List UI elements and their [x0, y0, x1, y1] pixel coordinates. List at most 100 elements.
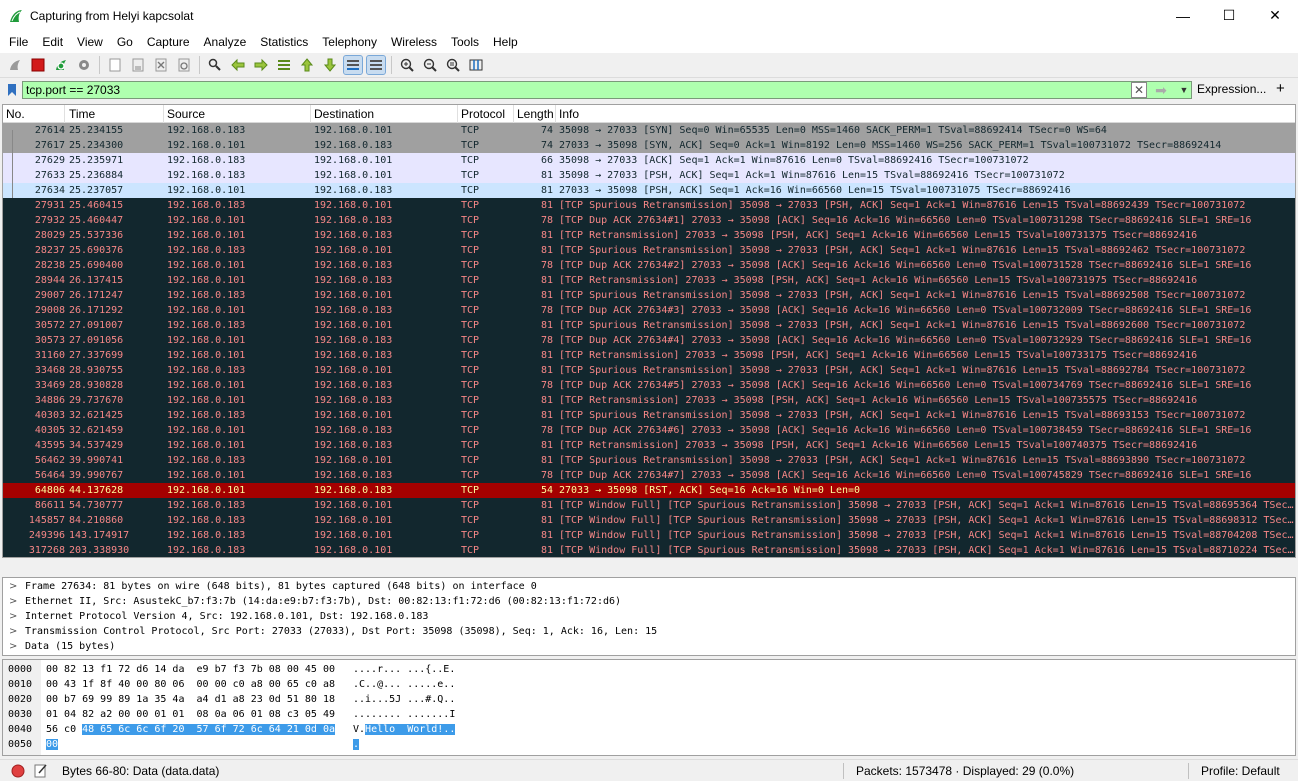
column-header-time[interactable]: Time — [66, 105, 164, 123]
detail-tcp[interactable]: > Transmission Control Protocol, Src Port… — [3, 624, 1295, 639]
expand-icon[interactable]: > — [9, 594, 17, 609]
open-file-icon[interactable] — [106, 56, 124, 74]
packet-row[interactable]: 27931 25.460415 192.168.0.183 192.168.0.101… — [3, 198, 1295, 213]
capture-comment-icon[interactable] — [34, 763, 48, 778]
reload-file-icon[interactable] — [175, 56, 193, 74]
column-header-protocol[interactable]: Protocol — [458, 105, 514, 123]
detail-ethernet[interactable]: > Ethernet II, Src: AsustekC_b7:f3:7b (14… — [3, 594, 1295, 609]
packet-row[interactable]: 27629 25.235971 192.168.0.183 192.168.0.101… — [3, 153, 1295, 168]
column-header-source[interactable]: Source — [164, 105, 311, 123]
packet-row[interactable]: 30572 27.091007 192.168.0.183 192.168.0.101… — [3, 318, 1295, 333]
byte-ascii[interactable]: . — [353, 737, 360, 752]
byte-hex[interactable]: 00 82 13 f1 72 d6 14 da e9 b7 f3 7b 08 0… — [46, 662, 335, 677]
packet-row[interactable]: 29008 26.171292 192.168.0.101 192.168.0.183… — [3, 303, 1295, 318]
go-forward-icon[interactable] — [252, 56, 270, 74]
add-filter-button[interactable]: + — [1276, 80, 1285, 97]
byte-hex[interactable]: 01 04 82 a2 00 00 01 01 08 0a 06 01 08 c… — [46, 707, 335, 722]
packet-row[interactable]: 27932 25.460447 192.168.0.101 192.168.0.183… — [3, 213, 1295, 228]
menu-go[interactable]: Go — [110, 31, 140, 53]
go-first-packet-icon[interactable] — [298, 56, 316, 74]
packet-row[interactable]: 28238 25.690400 192.168.0.101 192.168.0.183… — [3, 258, 1295, 273]
packet-row[interactable]: 28029 25.537336 192.168.0.101 192.168.0.183… — [3, 228, 1295, 243]
detail-data[interactable]: > Data (15 bytes) — [3, 639, 1295, 654]
filter-history-dropdown-icon[interactable]: ▼ — [1176, 82, 1192, 98]
zoom-reset-icon[interactable] — [444, 56, 462, 74]
byte-ascii[interactable]: .C..@... .....e.. — [353, 677, 455, 692]
go-back-icon[interactable] — [229, 56, 247, 74]
detail-ipv4[interactable]: > Internet Protocol Version 4, Src: 192.1… — [3, 609, 1295, 624]
column-header-no[interactable]: No. — [3, 105, 65, 123]
byte-hex[interactable]: 56 c0 48 65 6c 6c 6f 20 57 6f 72 6c 64 2… — [46, 722, 335, 737]
packet-row[interactable]: 40303 32.621425 192.168.0.183 192.168.0.101… — [3, 408, 1295, 423]
packet-row[interactable]: 56462 39.990741 192.168.0.183 192.168.0.101… — [3, 453, 1295, 468]
auto-scroll-icon[interactable] — [343, 55, 363, 75]
byte-ascii[interactable]: ........ .......I — [353, 707, 455, 722]
bookmark-icon[interactable] — [4, 81, 20, 99]
byte-ascii[interactable]: V.Hello World!.. — [353, 722, 456, 737]
menu-statistics[interactable]: Statistics — [253, 31, 315, 53]
column-header-info[interactable]: Info — [556, 105, 1295, 123]
expand-icon[interactable]: > — [9, 639, 17, 654]
byte-ascii[interactable]: ..i...5J ...#.Q.. — [353, 692, 455, 707]
byte-hex[interactable]: 00 — [46, 737, 59, 752]
stop-capture-status-icon[interactable] — [11, 764, 25, 778]
start-capture-icon[interactable] — [6, 56, 24, 74]
packet-row[interactable]: 30573 27.091056 192.168.0.101 192.168.0.183… — [3, 333, 1295, 348]
expand-icon[interactable]: > — [9, 579, 17, 594]
go-to-packet-icon[interactable] — [275, 56, 293, 74]
menu-tools[interactable]: Tools — [444, 31, 486, 53]
packet-row[interactable]: 86611 54.730777 192.168.0.183 192.168.0.101… — [3, 498, 1295, 513]
packet-row[interactable]: 29007 26.171247 192.168.0.183 192.168.0.101… — [3, 288, 1295, 303]
column-header-length[interactable]: Length — [514, 105, 556, 123]
packet-row[interactable]: 27633 25.236884 192.168.0.183 192.168.0.101… — [3, 168, 1295, 183]
zoom-out-icon[interactable] — [421, 56, 439, 74]
menu-help[interactable]: Help — [486, 31, 525, 53]
detail-frame[interactable]: > Frame 27634: 81 bytes on wire (648 bits… — [3, 579, 1295, 594]
packet-row[interactable]: 249396 143.174917 192.168.0.183 192.168.0.1… — [3, 528, 1295, 543]
byte-hex[interactable]: 00 b7 69 99 89 1a 35 4a a4 d1 a8 23 0d 5… — [46, 692, 335, 707]
packet-row[interactable]: 145857 84.210860 192.168.0.183 192.168.0.10… — [3, 513, 1295, 528]
status-profile[interactable]: Profile: Default — [1201, 764, 1280, 778]
byte-ascii[interactable]: ....r... ...{..E. — [353, 662, 455, 677]
menu-edit[interactable]: Edit — [35, 31, 70, 53]
expand-icon[interactable]: > — [9, 609, 17, 624]
packet-row[interactable]: 27614 25.234155 192.168.0.183 192.168.0.101… — [3, 123, 1295, 138]
packet-row[interactable]: 40305 32.621459 192.168.0.101 192.168.0.183… — [3, 423, 1295, 438]
packet-row[interactable]: 64806 44.137628 192.168.0.101 192.168.0.183… — [3, 483, 1295, 498]
packet-row[interactable]: 43595 34.537429 192.168.0.101 192.168.0.183… — [3, 438, 1295, 453]
menu-analyze[interactable]: Analyze — [197, 31, 254, 53]
column-header-destination[interactable]: Destination — [311, 105, 458, 123]
packet-row[interactable]: 56464 39.990767 192.168.0.101 192.168.0.183… — [3, 468, 1295, 483]
apply-filter-icon[interactable]: ➡ — [1149, 82, 1173, 98]
packet-row[interactable]: 34886 29.737670 192.168.0.101 192.168.0.183… — [3, 393, 1295, 408]
packet-row[interactable]: 33469 28.930828 192.168.0.101 192.168.0.183… — [3, 378, 1295, 393]
display-filter-input[interactable]: tcp.port == 27033 — [22, 81, 1192, 99]
stop-capture-icon[interactable] — [29, 56, 47, 74]
go-last-packet-icon[interactable] — [321, 56, 339, 74]
restart-capture-icon[interactable] — [52, 56, 70, 74]
packet-row[interactable]: 28237 25.690376 192.168.0.183 192.168.0.101… — [3, 243, 1295, 258]
maximize-button[interactable]: ☐ — [1206, 0, 1252, 31]
menu-telephony[interactable]: Telephony — [315, 31, 384, 53]
resize-columns-icon[interactable] — [467, 56, 485, 74]
menu-capture[interactable]: Capture — [140, 31, 197, 53]
packet-row[interactable]: 27617 25.234300 192.168.0.101 192.168.0.183… — [3, 138, 1295, 153]
close-file-icon[interactable] — [152, 56, 170, 74]
find-packet-icon[interactable] — [206, 56, 224, 74]
zoom-in-icon[interactable] — [398, 56, 416, 74]
packet-row[interactable]: 28944 26.137415 192.168.0.101 192.168.0.183… — [3, 273, 1295, 288]
capture-options-icon[interactable] — [75, 56, 93, 74]
menu-view[interactable]: View — [70, 31, 110, 53]
minimize-button[interactable]: — — [1160, 0, 1206, 31]
colorize-icon[interactable] — [366, 55, 386, 75]
byte-hex[interactable]: 00 43 1f 8f 40 00 80 06 00 00 c0 a8 00 6… — [46, 677, 335, 692]
packet-row[interactable]: 31160 27.337699 192.168.0.101 192.168.0.183… — [3, 348, 1295, 363]
close-button[interactable]: ✕ — [1252, 0, 1298, 31]
menu-wireless[interactable]: Wireless — [384, 31, 444, 53]
expand-icon[interactable]: > — [9, 624, 17, 639]
packet-row[interactable]: 27634 25.237057 192.168.0.101 192.168.0.183… — [3, 183, 1295, 198]
packet-row[interactable]: 317268 203.338930 192.168.0.183 192.168.0.1… — [3, 543, 1295, 557]
menu-file[interactable]: File — [2, 31, 35, 53]
clear-filter-icon[interactable]: ✕ — [1131, 82, 1147, 98]
expression-button[interactable]: Expression... — [1197, 82, 1266, 96]
